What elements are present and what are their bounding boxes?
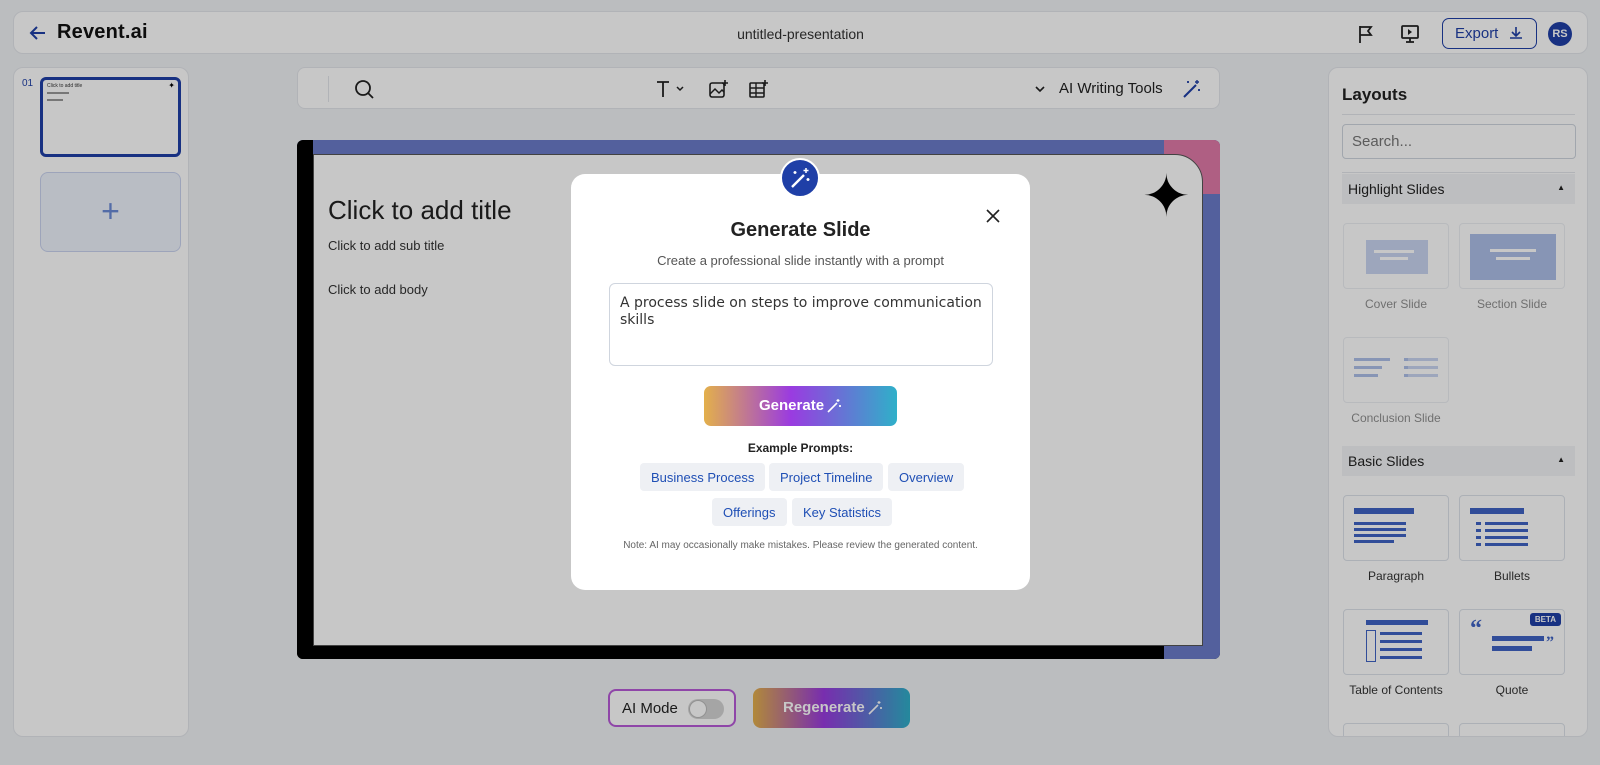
example-chip-offerings[interactable]: Offerings <box>712 498 787 526</box>
prompt-input[interactable]: A process slide on steps to improve comm… <box>609 283 993 366</box>
example-prompts-label: Example Prompts: <box>747 441 854 455</box>
generate-slide-dialog: Generate Slide Create a professional sli… <box>571 158 1030 590</box>
magic-wand-icon <box>827 399 841 413</box>
ai-disclaimer-note: Note: AI may occasionally make mistakes.… <box>623 540 978 551</box>
example-chip-project-timeline[interactable]: Project Timeline <box>769 463 884 491</box>
generate-button[interactable]: Generate <box>704 386 897 426</box>
example-chip-key-statistics[interactable]: Key Statistics <box>792 498 893 526</box>
magic-wand-icon <box>780 158 820 198</box>
example-chip-overview[interactable]: Overview <box>888 463 965 491</box>
example-chip-business-process[interactable]: Business Process <box>640 463 766 491</box>
generate-label: Generate <box>759 397 825 414</box>
dialog-description: Create a professional slide instantly wi… <box>657 253 944 268</box>
dialog-title: Generate Slide <box>730 219 871 241</box>
